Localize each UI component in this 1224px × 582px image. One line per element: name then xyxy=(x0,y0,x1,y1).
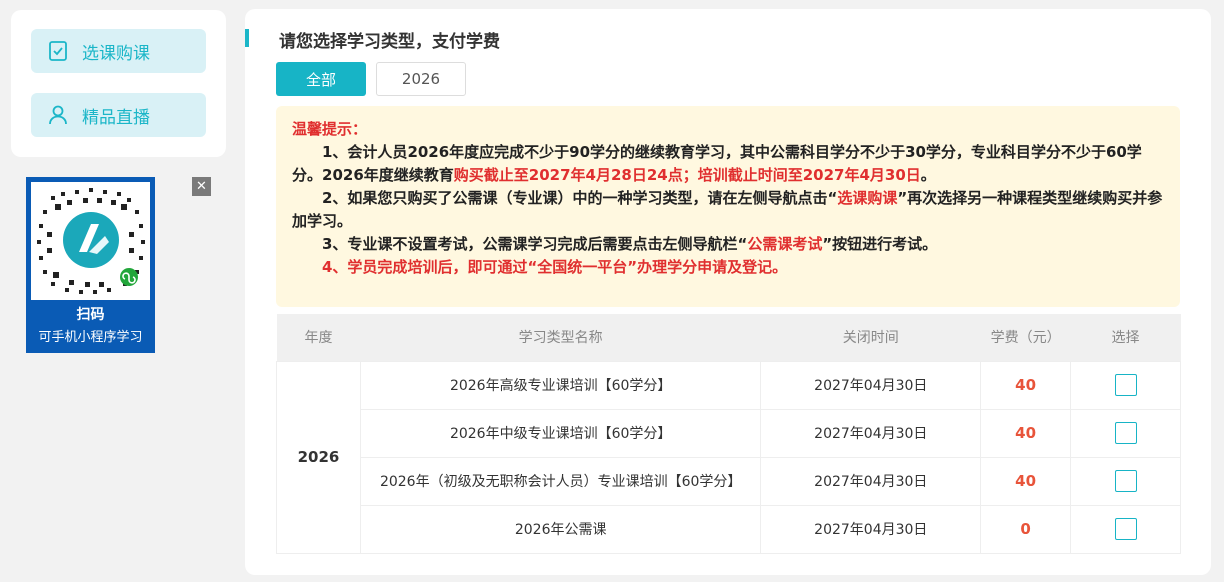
qr-promo: 扫码 可手机小程序学习 xyxy=(26,177,155,353)
col-fee: 学费（元） xyxy=(980,314,1071,361)
notice-heading: 温馨提示： xyxy=(292,120,368,138)
qr-code-image xyxy=(31,182,150,300)
main-panel: 请您选择学习类型，支付学费 全部 2026 温馨提示： 1、会计人员2026年度… xyxy=(245,9,1211,575)
qr-label-miniprogram: 可手机小程序学习 xyxy=(38,330,143,345)
table-row: 2026年（初级及无职称会计人员）专业课培训【60学分】 2027年04月30日… xyxy=(277,456,1181,506)
tab-all[interactable]: 全部 xyxy=(276,62,366,96)
col-select: 选择 xyxy=(1070,314,1181,361)
col-year: 年度 xyxy=(276,314,361,361)
select-checkbox[interactable] xyxy=(1114,518,1137,540)
course-table: 年度 学习类型名称 关闭时间 学费（元） 选择 2026 2026年高级专业课培… xyxy=(276,314,1181,554)
notice-item-1: 1、会计人员2026年度应完成不少于90学分的继续教育学习，其中公需科目学分不少… xyxy=(292,143,1142,184)
qr-label-scan: 扫码 xyxy=(76,307,105,323)
close-time: 2027年04月30日 xyxy=(760,408,982,458)
table-row: 2026年中级专业课培训【60学分】 2027年04月30日 40 xyxy=(277,408,1181,458)
select-cell xyxy=(1070,504,1181,554)
table-row: 2026 2026年高级专业课培训【60学分】 2027年04月30日 40 xyxy=(276,360,1181,554)
user-icon xyxy=(44,101,72,129)
close-time: 2027年04月30日 xyxy=(760,360,982,410)
year-cell: 2026 xyxy=(276,360,361,554)
close-time: 2027年04月30日 xyxy=(760,504,982,554)
course-name: 2026年公需课 xyxy=(359,504,762,554)
fee-value: 40 xyxy=(980,408,1072,458)
notice-item-3: 3、专业课不设置考试，公需课学习完成后需要点击左侧导航栏“公需课考试”按钮进行考… xyxy=(322,235,938,253)
select-cell xyxy=(1070,456,1181,506)
close-icon[interactable]: ✕ xyxy=(192,177,211,196)
col-name: 学习类型名称 xyxy=(360,314,761,361)
sidebar-item-live[interactable]: 精品直播 xyxy=(31,93,206,137)
fee-value: 0 xyxy=(980,504,1072,554)
checklist-icon xyxy=(44,37,72,65)
notice-item-2: 2、如果您只购买了公需课（专业课）中的一种学习类型，请在左侧导航点击“选课购课”… xyxy=(292,189,1163,230)
select-checkbox[interactable] xyxy=(1114,470,1137,492)
course-name: 2026年（初级及无职称会计人员）专业课培训【60学分】 xyxy=(359,456,762,506)
fee-value: 40 xyxy=(980,456,1072,506)
fee-value: 40 xyxy=(980,360,1072,410)
tab-2026[interactable]: 2026 xyxy=(376,62,466,96)
select-cell xyxy=(1070,360,1181,410)
table-header-row: 年度 学习类型名称 关闭时间 学费（元） 选择 xyxy=(276,314,1181,361)
table-row: 2026年公需课 2027年04月30日 0 xyxy=(277,504,1181,554)
page-title: 请您选择学习类型，支付学费 xyxy=(279,32,500,52)
sidebar-item-label: 选课购课 xyxy=(82,43,150,64)
select-cell xyxy=(1070,408,1181,458)
select-checkbox[interactable] xyxy=(1114,422,1137,444)
sidebar-item-label: 精品直播 xyxy=(82,107,150,128)
select-checkbox[interactable] xyxy=(1114,374,1137,396)
close-time: 2027年04月30日 xyxy=(760,456,982,506)
course-name: 2026年中级专业课培训【60学分】 xyxy=(359,408,762,458)
title-accent-bar xyxy=(245,29,249,47)
course-name: 2026年高级专业课培训【60学分】 xyxy=(359,360,762,410)
notice-item-4: 4、学员完成培训后，即可通过“全国统一平台”办理学分申请及登记。 xyxy=(322,258,788,276)
sidebar-nav: 选课购课 精品直播 xyxy=(11,10,226,157)
sidebar-item-select-course[interactable]: 选课购课 xyxy=(31,29,206,73)
notice-box: 温馨提示： 1、会计人员2026年度应完成不少于90学分的继续教育学习，其中公需… xyxy=(276,106,1180,307)
col-close-time: 关闭时间 xyxy=(760,314,981,361)
